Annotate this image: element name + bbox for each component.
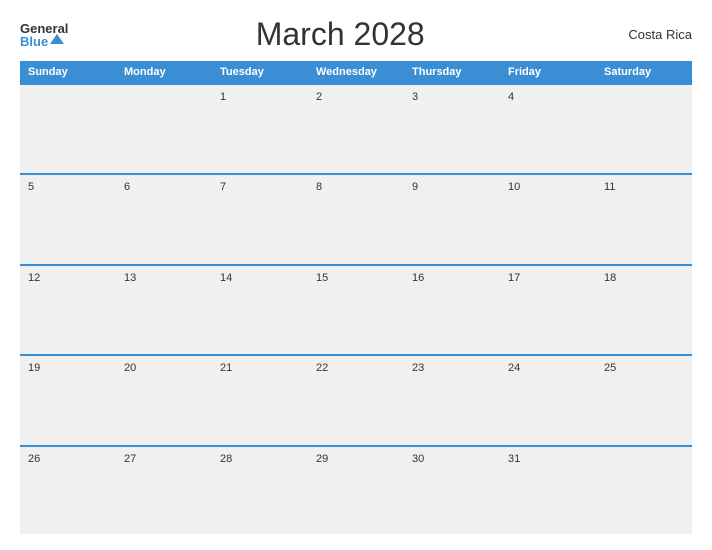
day-number: 10 <box>508 181 520 193</box>
calendar-day-cell: 2 <box>308 84 404 174</box>
calendar-day-cell: 4 <box>500 84 596 174</box>
calendar-day-cell: 1 <box>212 84 308 174</box>
day-number: 9 <box>412 181 418 193</box>
calendar-day-cell: 30 <box>404 446 500 535</box>
weekday-header: Tuesday <box>212 61 308 84</box>
calendar-table: SundayMondayTuesdayWednesdayThursdayFrid… <box>20 61 692 534</box>
day-number: 12 <box>28 272 40 284</box>
day-number: 21 <box>220 362 232 374</box>
weekday-header: Monday <box>116 61 212 84</box>
day-number: 1 <box>220 91 226 103</box>
day-number: 17 <box>508 272 520 284</box>
calendar-header: General Blue March 2028 Costa Rica <box>20 16 692 53</box>
calendar-day-cell: 16 <box>404 265 500 355</box>
calendar-header-row: SundayMondayTuesdayWednesdayThursdayFrid… <box>20 61 692 84</box>
day-number: 11 <box>604 181 615 193</box>
day-number: 24 <box>508 362 520 374</box>
day-number: 26 <box>28 453 40 465</box>
calendar-day-cell: 27 <box>116 446 212 535</box>
day-number: 3 <box>412 91 418 103</box>
calendar-day-cell <box>20 84 116 174</box>
logo-general-text: General <box>20 22 68 35</box>
calendar-day-cell <box>596 84 692 174</box>
day-number: 19 <box>28 362 40 374</box>
calendar-title: March 2028 <box>68 16 612 53</box>
weekday-header: Saturday <box>596 61 692 84</box>
calendar-day-cell: 12 <box>20 265 116 355</box>
day-number: 7 <box>220 181 226 193</box>
day-number: 13 <box>124 272 136 284</box>
calendar-day-cell <box>596 446 692 535</box>
calendar-day-cell: 7 <box>212 174 308 264</box>
calendar-day-cell: 31 <box>500 446 596 535</box>
day-number: 8 <box>316 181 322 193</box>
day-number: 31 <box>508 453 520 465</box>
calendar-week-row: 1 2 3 4 <box>20 84 692 174</box>
calendar-day-cell: 25 <box>596 355 692 445</box>
calendar-day-cell: 18 <box>596 265 692 355</box>
calendar-day-cell: 10 <box>500 174 596 264</box>
weekday-header: Thursday <box>404 61 500 84</box>
calendar-day-cell: 21 <box>212 355 308 445</box>
day-number: 23 <box>412 362 424 374</box>
logo-triangle-icon <box>50 34 64 44</box>
day-number: 29 <box>316 453 328 465</box>
calendar-day-cell: 5 <box>20 174 116 264</box>
day-number: 14 <box>220 272 232 284</box>
calendar-day-cell: 23 <box>404 355 500 445</box>
calendar-day-cell: 8 <box>308 174 404 264</box>
calendar-day-cell: 22 <box>308 355 404 445</box>
weekday-header: Friday <box>500 61 596 84</box>
day-number: 6 <box>124 181 130 193</box>
calendar-day-cell: 29 <box>308 446 404 535</box>
calendar-day-cell: 19 <box>20 355 116 445</box>
calendar-day-cell: 28 <box>212 446 308 535</box>
logo-blue-text: Blue <box>20 35 48 48</box>
calendar-day-cell: 14 <box>212 265 308 355</box>
weekday-header-row: SundayMondayTuesdayWednesdayThursdayFrid… <box>20 61 692 84</box>
calendar-day-cell: 17 <box>500 265 596 355</box>
calendar-day-cell: 11 <box>596 174 692 264</box>
calendar-body: 1234567891011121314151617181920212223242… <box>20 84 692 534</box>
country-label: Costa Rica <box>612 27 692 42</box>
day-number: 20 <box>124 362 136 374</box>
day-number: 4 <box>508 91 514 103</box>
calendar-day-cell: 24 <box>500 355 596 445</box>
calendar-week-row: 26 27 28 29 30 31 <box>20 446 692 535</box>
day-number: 30 <box>412 453 424 465</box>
day-number: 15 <box>316 272 328 284</box>
calendar-week-row: 5 6 7 8 9 10 11 <box>20 174 692 264</box>
day-number: 22 <box>316 362 328 374</box>
calendar-day-cell: 13 <box>116 265 212 355</box>
day-number: 25 <box>604 362 616 374</box>
day-number: 18 <box>604 272 616 284</box>
calendar-day-cell: 20 <box>116 355 212 445</box>
day-number: 16 <box>412 272 424 284</box>
calendar-day-cell: 9 <box>404 174 500 264</box>
calendar-day-cell <box>116 84 212 174</box>
day-number: 5 <box>28 181 34 193</box>
logo: General Blue <box>20 22 68 48</box>
day-number: 28 <box>220 453 232 465</box>
calendar-day-cell: 3 <box>404 84 500 174</box>
day-number: 27 <box>124 453 136 465</box>
calendar-day-cell: 6 <box>116 174 212 264</box>
calendar-week-row: 19 20 21 22 23 24 25 <box>20 355 692 445</box>
calendar-day-cell: 26 <box>20 446 116 535</box>
weekday-header: Wednesday <box>308 61 404 84</box>
calendar-week-row: 12 13 14 15 16 17 18 <box>20 265 692 355</box>
calendar-day-cell: 15 <box>308 265 404 355</box>
day-number: 2 <box>316 91 322 103</box>
weekday-header: Sunday <box>20 61 116 84</box>
